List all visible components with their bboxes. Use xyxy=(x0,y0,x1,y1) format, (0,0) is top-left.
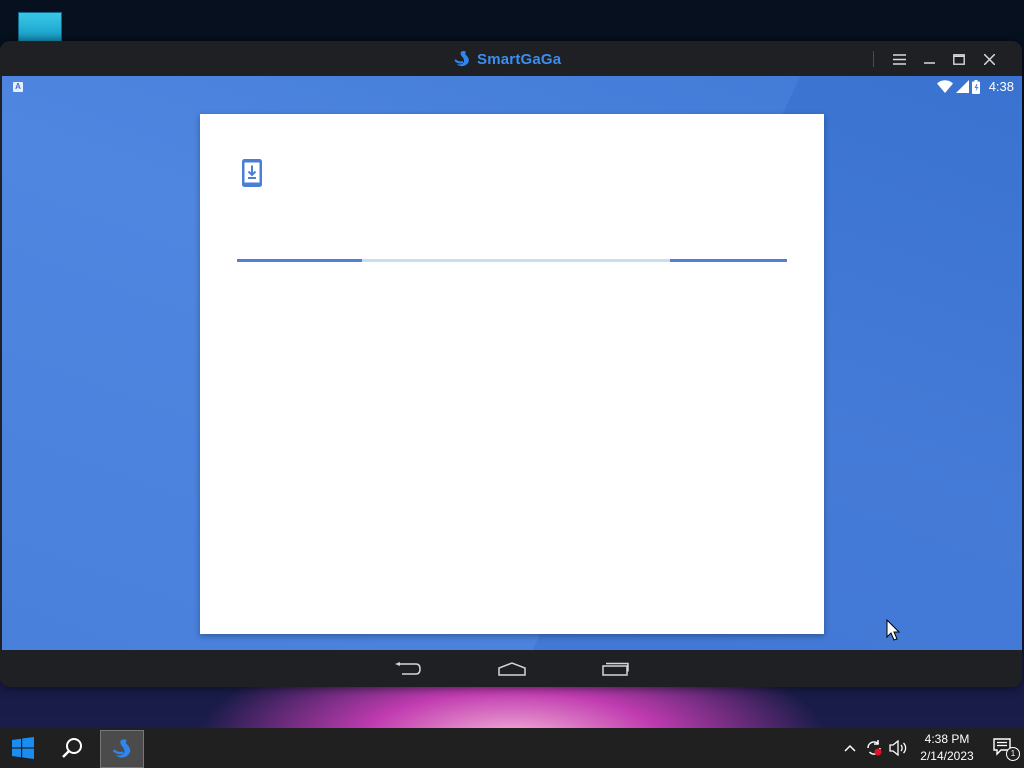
app-brand: SmartGaGa xyxy=(452,49,561,69)
progress-bar xyxy=(237,259,787,262)
status-icons: 4:38 xyxy=(936,79,1014,94)
android-nav-bar xyxy=(0,650,1022,687)
app-title: SmartGaGa xyxy=(477,50,562,68)
notification-count: 1 xyxy=(1006,747,1020,761)
windows-logo-icon xyxy=(12,737,34,759)
divider xyxy=(873,51,874,67)
status-clock: 4:38 xyxy=(988,79,1014,94)
nav-back-button[interactable] xyxy=(392,660,424,678)
download-phone-icon xyxy=(242,159,262,187)
mouse-cursor-icon xyxy=(886,619,900,641)
taskbar-date: 2/14/2023 xyxy=(920,749,974,763)
system-tray: 4:38 PM 2/14/2023 1 xyxy=(838,728,1024,768)
taskbar-clock[interactable]: 4:38 PM 2/14/2023 xyxy=(910,731,984,765)
keyboard-badge: A xyxy=(13,82,23,92)
battery-icon xyxy=(971,79,980,94)
maximize-button[interactable] xyxy=(944,47,974,71)
search-button[interactable] xyxy=(50,728,94,768)
home-icon xyxy=(498,662,526,676)
smartgaga-app-icon xyxy=(112,739,131,758)
nav-home-button[interactable] xyxy=(496,660,528,678)
taskbar-app-smartgaga[interactable] xyxy=(100,730,144,768)
tray-sync-button[interactable] xyxy=(862,728,886,768)
tray-overflow-button[interactable] xyxy=(838,728,862,768)
menu-icon xyxy=(892,53,906,65)
maximize-icon xyxy=(953,53,965,65)
close-button[interactable] xyxy=(974,47,1004,71)
minimize-icon xyxy=(923,61,935,64)
windows-taskbar: 4:38 PM 2/14/2023 1 xyxy=(0,728,1024,768)
back-icon xyxy=(395,662,421,675)
signal-icon xyxy=(955,80,969,93)
nav-recents-button[interactable] xyxy=(600,660,632,678)
install-dialog xyxy=(200,114,824,634)
sync-icon xyxy=(867,740,882,756)
window-controls xyxy=(873,47,1004,71)
swan-logo-icon xyxy=(454,51,469,67)
volume-icon xyxy=(889,740,907,756)
close-icon xyxy=(983,53,995,65)
emulator-window: SmartGaGa A 4:38 xyxy=(0,41,1022,687)
android-screen[interactable]: A 4:38 xyxy=(2,76,1022,650)
progress-segment-start xyxy=(237,259,362,262)
android-status-bar: A 4:38 xyxy=(2,76,1022,100)
notification-button[interactable]: 1 xyxy=(984,728,1024,768)
taskbar-time: 4:38 PM xyxy=(924,732,970,746)
dialog-icon xyxy=(242,159,262,192)
minimize-button[interactable] xyxy=(914,47,944,71)
tray-volume-button[interactable] xyxy=(886,728,910,768)
recents-icon xyxy=(602,662,629,676)
progress-segment-end xyxy=(670,259,787,262)
chevron-up-icon xyxy=(844,744,856,752)
menu-button[interactable] xyxy=(884,47,914,71)
wifi-icon xyxy=(936,80,953,93)
search-icon xyxy=(62,738,82,758)
title-bar[interactable]: SmartGaGa xyxy=(0,41,1022,76)
start-button[interactable] xyxy=(0,728,46,768)
